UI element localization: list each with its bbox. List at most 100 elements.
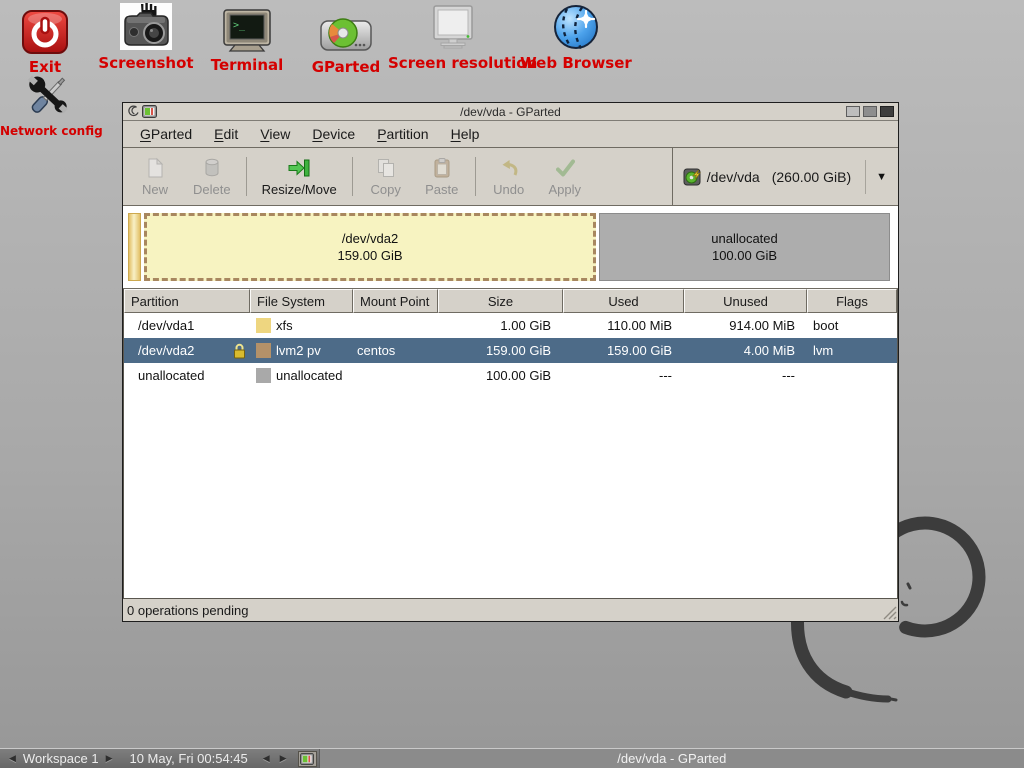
maximize-button[interactable] bbox=[863, 106, 877, 117]
cell-filesystem: xfs bbox=[250, 313, 353, 338]
filesystem-color-swatch bbox=[256, 318, 271, 333]
cell-mount-point: centos bbox=[353, 338, 438, 363]
column-header: Size bbox=[438, 289, 563, 313]
menu-partition[interactable]: Partition bbox=[366, 122, 439, 146]
desktop-icon-screen-resolution[interactable]: Screen resolution bbox=[388, 0, 518, 72]
resize-move-icon bbox=[287, 157, 311, 179]
cell-unused: 914.00 MiB bbox=[684, 313, 807, 338]
desktop-icon-label: Terminal bbox=[197, 56, 297, 74]
terminal-icon: >_ bbox=[197, 2, 297, 52]
new-partition-icon bbox=[144, 157, 166, 179]
task-next-arrow-icon[interactable]: ▶ bbox=[275, 753, 292, 764]
apply-check-icon bbox=[554, 157, 576, 179]
menu-gparted[interactable]: GParted bbox=[129, 122, 203, 146]
menu-edit[interactable]: Edit bbox=[203, 122, 249, 146]
gparted-app-icon bbox=[300, 753, 314, 765]
desktop-icon-network-config[interactable]: Network config bbox=[0, 70, 96, 138]
cell-mount-point bbox=[353, 363, 438, 388]
partition-box-unallocated[interactable]: unallocated 100.00 GiB bbox=[599, 213, 890, 281]
cell-used: --- bbox=[563, 363, 684, 388]
partition-name: /dev/vda2 bbox=[342, 230, 398, 247]
cell-mount-point bbox=[353, 313, 438, 338]
desktop-icon-label: Screen resolution bbox=[388, 54, 518, 72]
partition-box-vda1[interactable] bbox=[128, 213, 141, 281]
gparted-window: /dev/vda - GParted GParted Edit View Dev… bbox=[122, 102, 899, 622]
statusbar: 0 operations pending bbox=[123, 598, 898, 621]
copy-icon bbox=[375, 157, 397, 179]
undo-icon bbox=[498, 157, 520, 179]
menu-view[interactable]: View bbox=[249, 122, 301, 146]
filesystem-color-swatch bbox=[256, 343, 271, 358]
desktop-icon-web-browser[interactable]: Web Browser bbox=[514, 0, 638, 72]
cell-size: 100.00 GiB bbox=[438, 363, 563, 388]
workspace-prev-arrow-icon[interactable]: ◀ bbox=[4, 753, 21, 764]
debian-swirl-icon bbox=[127, 105, 139, 118]
column-header: Partition bbox=[124, 289, 250, 313]
cell-unused: --- bbox=[684, 363, 807, 388]
device-disk-icon bbox=[683, 168, 701, 186]
paste-button[interactable]: Paste bbox=[414, 148, 470, 205]
partition-table: PartitionFile SystemMount PointSizeUsedU… bbox=[123, 289, 898, 598]
filesystem-color-swatch bbox=[256, 368, 271, 383]
lock-icon bbox=[233, 343, 246, 359]
close-button[interactable] bbox=[880, 106, 894, 117]
new-button[interactable]: New bbox=[127, 148, 183, 205]
menu-help[interactable]: Help bbox=[440, 122, 491, 146]
window-title: /dev/vda - GParted bbox=[123, 105, 898, 119]
toolbar-separator bbox=[475, 157, 476, 196]
task-app-icon-box[interactable] bbox=[298, 751, 317, 767]
cell-flags: lvm bbox=[807, 338, 897, 363]
paste-icon bbox=[431, 157, 453, 179]
apply-button[interactable]: Apply bbox=[537, 148, 593, 205]
workspace-label: Workspace 1 bbox=[21, 751, 101, 766]
titlebar[interactable]: /dev/vda - GParted bbox=[123, 103, 898, 121]
undo-button[interactable]: Undo bbox=[481, 148, 537, 205]
desktop-icon-screenshot[interactable]: Screenshot bbox=[96, 0, 196, 72]
copy-button[interactable]: Copy bbox=[358, 148, 414, 205]
resize-move-button[interactable]: Resize/Move bbox=[252, 148, 347, 205]
column-header: Flags bbox=[807, 289, 897, 313]
pending-operations-text: 0 operations pending bbox=[127, 603, 248, 618]
menubar: GParted Edit View Device Partition Help bbox=[123, 121, 898, 148]
task-button-gparted[interactable]: /dev/vda - GParted bbox=[319, 749, 1024, 768]
desktop-icon-label: GParted bbox=[296, 58, 396, 76]
clock: 10 May, Fri 00:54:45 bbox=[129, 751, 247, 766]
column-header: Mount Point bbox=[353, 289, 438, 313]
desktop-icon-label: Screenshot bbox=[96, 54, 196, 72]
desktop-icon-gparted[interactable]: GParted bbox=[296, 4, 396, 76]
partition-box-vda2[interactable]: /dev/vda2 159.00 GiB bbox=[144, 213, 596, 281]
desktop-icon-exit[interactable]: Exit bbox=[5, 4, 85, 76]
cell-used: 159.00 GiB bbox=[563, 338, 684, 363]
device-path: /dev/vda bbox=[707, 169, 760, 185]
resize-grip[interactable] bbox=[883, 606, 897, 620]
column-header: Used bbox=[563, 289, 684, 313]
dropdown-arrow-icon[interactable]: ▼ bbox=[872, 171, 891, 183]
cell-size: 159.00 GiB bbox=[438, 338, 563, 363]
workspace-next-arrow-icon[interactable]: ▶ bbox=[101, 753, 118, 764]
partition-size: 100.00 GiB bbox=[712, 247, 777, 264]
delete-partition-icon bbox=[201, 157, 223, 179]
table-row[interactable]: /dev/vda2lvm2 pvcentos159.00 GiB159.00 G… bbox=[124, 338, 897, 363]
table-empty-area bbox=[124, 388, 897, 598]
toolbar-separator bbox=[352, 157, 353, 196]
desktop-icon-label: Network config bbox=[0, 124, 96, 138]
cell-unused: 4.00 MiB bbox=[684, 338, 807, 363]
desktop-icon-label: Web Browser bbox=[514, 54, 638, 72]
monitor-icon bbox=[388, 0, 518, 50]
cell-flags bbox=[807, 363, 897, 388]
device-selector[interactable]: /dev/vda (260.00 GiB) ▼ bbox=[672, 148, 898, 205]
partition-size: 159.00 GiB bbox=[337, 247, 402, 264]
delete-button[interactable]: Delete bbox=[183, 148, 241, 205]
cell-filesystem: lvm2 pv bbox=[250, 338, 353, 363]
table-header-row: PartitionFile SystemMount PointSizeUsedU… bbox=[124, 289, 897, 313]
table-row[interactable]: /dev/vda1xfs1.00 GiB110.00 MiB914.00 MiB… bbox=[124, 313, 897, 338]
minimize-button[interactable] bbox=[846, 106, 860, 117]
menu-device[interactable]: Device bbox=[301, 122, 366, 146]
cell-partition: /dev/vda2 bbox=[124, 338, 250, 363]
table-row[interactable]: unallocatedunallocated100.00 GiB------ bbox=[124, 363, 897, 388]
cell-flags: boot bbox=[807, 313, 897, 338]
device-size: (260.00 GiB) bbox=[772, 169, 851, 185]
desktop-icon-terminal[interactable]: >_ Terminal bbox=[197, 2, 297, 74]
power-icon bbox=[5, 4, 85, 54]
task-prev-arrow-icon[interactable]: ◀ bbox=[258, 753, 275, 764]
